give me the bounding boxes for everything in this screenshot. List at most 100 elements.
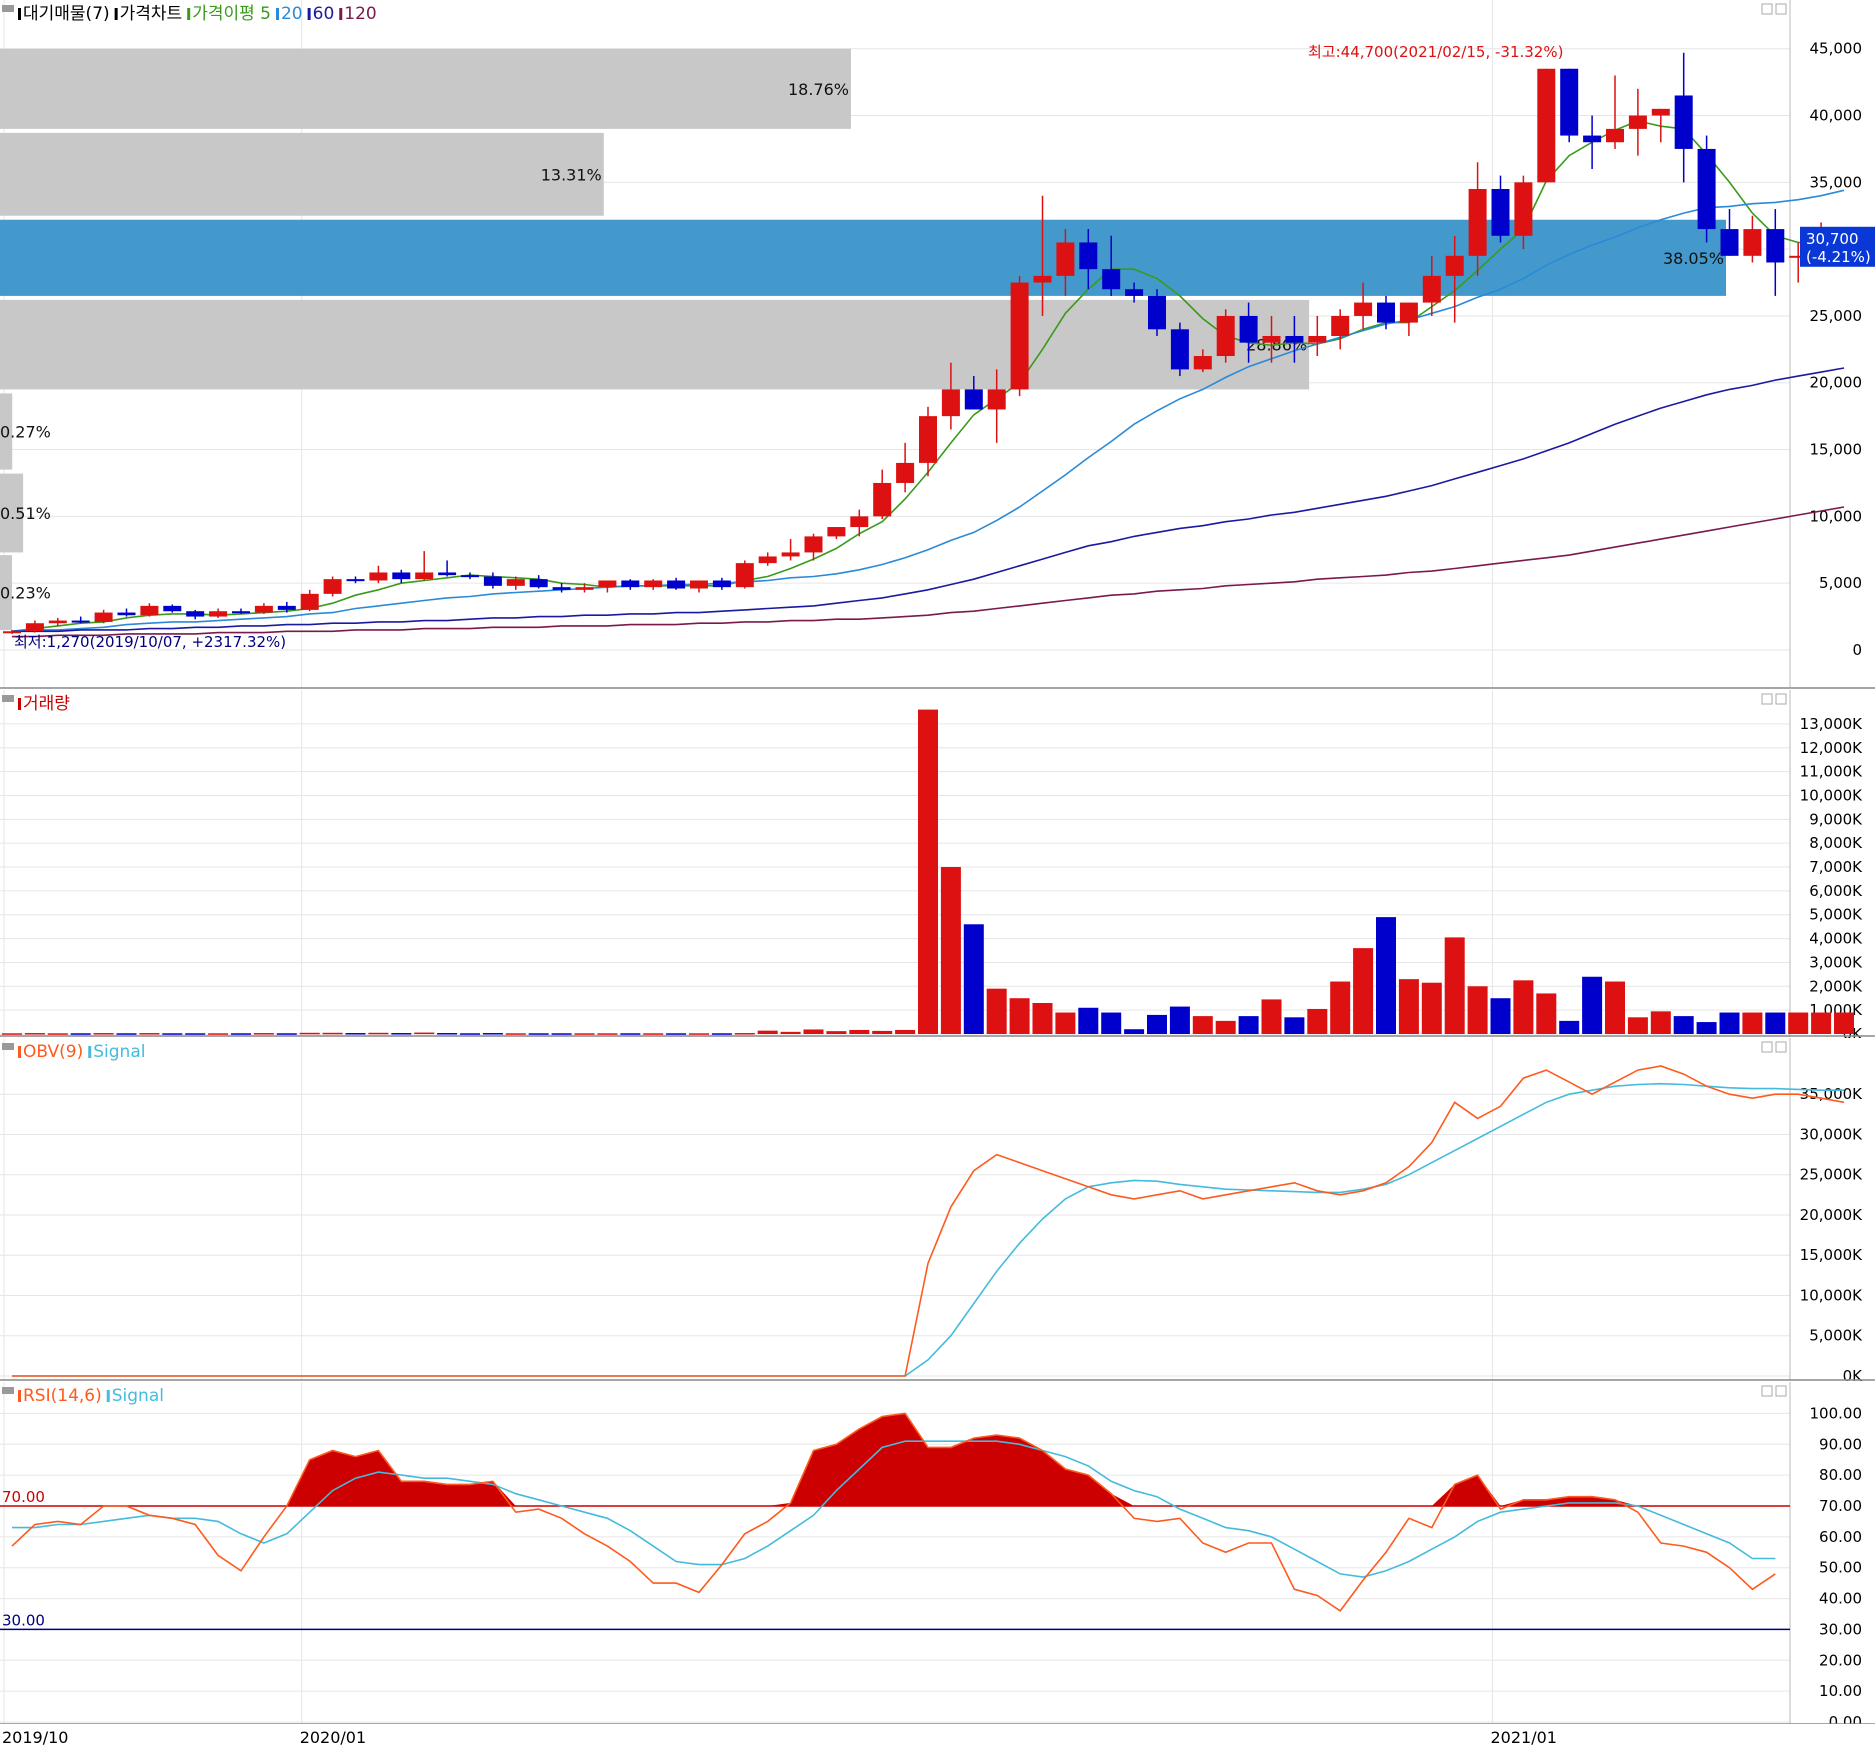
price-ytick-label: 10,000 — [1810, 507, 1863, 525]
rsi-ytick-label: 10.00 — [1819, 1682, 1862, 1700]
volume-legend-marker — [18, 698, 21, 710]
rsi-legend-marker — [18, 1390, 21, 1402]
volume-bar — [93, 1033, 114, 1035]
volume-ytick-label: 11,000K — [1800, 763, 1863, 781]
price-legend-marker — [275, 8, 279, 20]
candle-body — [25, 623, 44, 632]
price-legend-marker — [18, 8, 21, 20]
volume-bar — [1811, 1012, 1832, 1034]
rsi-ytick-label: 40.00 — [1819, 1590, 1862, 1608]
volume-ytick-label: 10,000K — [1800, 786, 1863, 804]
candle-body — [232, 611, 250, 614]
x-axis-label: 2020/01 — [300, 1728, 366, 1747]
candle-body — [850, 516, 869, 528]
chart-canvas: 05,00010,00015,00020,00025,00030,00035,0… — [0, 0, 1875, 1748]
volume-bar — [940, 867, 961, 1034]
candle-body — [1170, 329, 1189, 370]
volume-bar — [1124, 1029, 1145, 1034]
price-ytick-label: 45,000 — [1810, 40, 1863, 58]
volume-bar — [162, 1033, 183, 1035]
volume-bar — [1078, 1007, 1099, 1034]
candle-body — [598, 580, 617, 588]
volume-ytick-label: 2,000K — [1809, 977, 1863, 995]
candle-body — [277, 605, 296, 610]
volume-bar — [1192, 1016, 1213, 1034]
price-legend-marker — [187, 8, 191, 20]
volume-bar — [368, 1032, 389, 1035]
volume-bar — [1788, 1012, 1809, 1034]
candle-body — [71, 620, 90, 623]
candle-body — [1674, 95, 1693, 149]
volume-bar — [1284, 1017, 1305, 1034]
supply-zone-label: 0.51% — [0, 504, 51, 523]
candle-body — [209, 611, 228, 617]
price-header-grip-icon — [2, 5, 14, 12]
candle-body — [896, 462, 915, 483]
candle-body — [1216, 315, 1235, 357]
volume-bar — [1536, 993, 1557, 1034]
volume-bar — [666, 1033, 687, 1035]
volume-bar — [208, 1033, 229, 1035]
candle-body — [1308, 335, 1327, 343]
volume-bar — [620, 1033, 641, 1035]
candle-body — [1537, 68, 1556, 183]
volume-bar — [849, 1029, 870, 1034]
candle-body — [1262, 335, 1281, 343]
candle-body — [873, 482, 892, 517]
candle-body — [1514, 182, 1533, 236]
volume-bar — [1032, 1002, 1053, 1034]
candle-body — [438, 572, 457, 576]
obv-ytick-label: 25,000K — [1800, 1166, 1863, 1184]
supply-zone-label: 38.05% — [1663, 249, 1724, 268]
obv-legend-marker — [88, 1046, 92, 1058]
candle-body — [117, 612, 136, 616]
candle-body — [186, 611, 205, 617]
candle-body — [1491, 189, 1510, 236]
volume-bar — [70, 1033, 91, 1035]
obv-ytick-label: 10,000K — [1800, 1286, 1863, 1304]
volume-bar — [1009, 998, 1030, 1034]
rsi-ytick-label: 20.00 — [1819, 1651, 1862, 1669]
price-legend-item: 60 — [313, 4, 335, 24]
stock-chart-window: 05,00010,00015,00020,00025,00030,00035,0… — [0, 0, 1875, 1748]
obv-legend-item: OBV(9) — [23, 1042, 83, 1062]
volume-ytick-label: 7,000K — [1809, 858, 1863, 876]
volume-ytick-label: 9,000K — [1809, 810, 1863, 828]
candle-body — [1354, 302, 1373, 316]
rsi-ytick-label: 80.00 — [1819, 1466, 1862, 1484]
candle-body — [1468, 189, 1487, 256]
rsi-ytick-label: 60.00 — [1819, 1528, 1862, 1546]
rsi-legend-item: RSI(14,6) — [23, 1386, 102, 1406]
candle-body — [94, 612, 113, 622]
candle-body — [1148, 295, 1166, 330]
volume-ytick-label: 8,000K — [1809, 834, 1863, 852]
volume-bar — [1444, 937, 1465, 1034]
candle-body — [1697, 148, 1716, 230]
volume-bar — [643, 1033, 664, 1035]
price-legend-item: 가격차트 — [120, 4, 183, 24]
volume-ytick-label: 6,000K — [1809, 882, 1863, 900]
obv-header-grip-icon — [2, 1043, 14, 1050]
price-legend-item: 가격이평 5 — [192, 4, 271, 24]
volume-bar — [872, 1030, 893, 1034]
candle-body — [712, 580, 731, 588]
volume-bar — [918, 709, 938, 1034]
volume-bar — [1513, 980, 1534, 1034]
candle-body — [1445, 255, 1464, 276]
volume-ytick-label: 5,000K — [1809, 906, 1863, 924]
obv-ytick-label: 15,000K — [1800, 1246, 1863, 1264]
price-legend-marker — [339, 8, 343, 20]
candle-body — [323, 579, 342, 594]
candle-body — [987, 389, 1006, 410]
rsi-level-label: 30.00 — [2, 1611, 45, 1629]
volume-bar — [963, 924, 984, 1034]
price-ytick-label: 35,000 — [1810, 173, 1863, 191]
rsi-panel: 0.0010.0020.0030.0040.0050.0060.0070.008… — [0, 1382, 1875, 1731]
supply-zone-label: 13.31% — [541, 165, 602, 184]
volume-bar — [757, 1030, 778, 1034]
volume-bar — [1421, 982, 1442, 1034]
candle-body — [1056, 242, 1075, 276]
supply-zone-label: 18.76% — [788, 80, 849, 99]
volume-bar — [391, 1033, 412, 1035]
current-price-change: (-4.21%) — [1806, 248, 1871, 266]
